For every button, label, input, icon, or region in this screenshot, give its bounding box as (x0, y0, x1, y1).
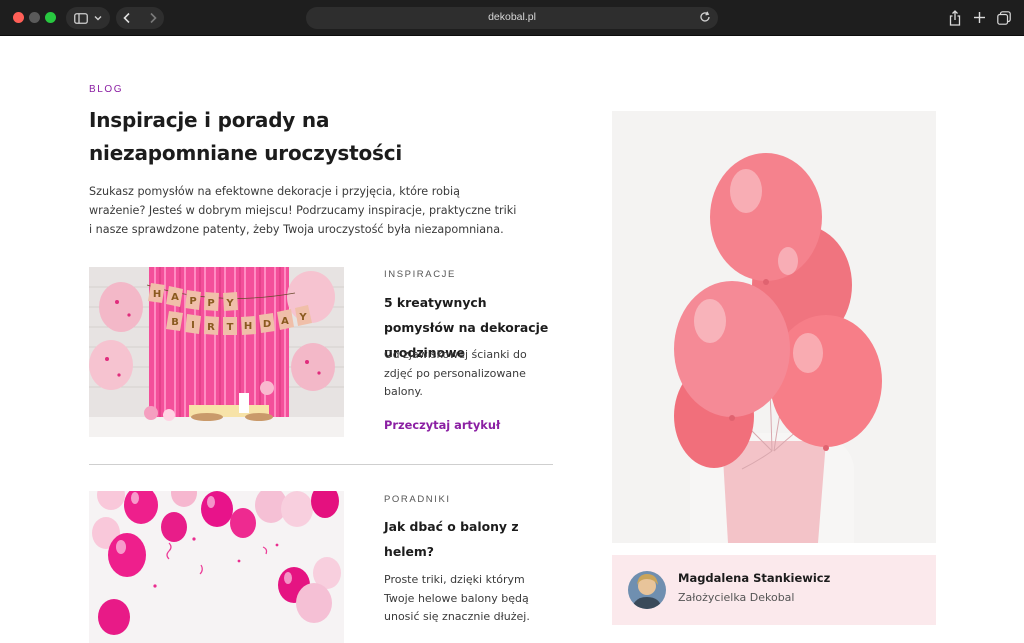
article-image-birthday[interactable]: H A P P Y B I R T H D A Y (89, 267, 344, 437)
reload-icon[interactable] (698, 10, 712, 24)
banner-letter: Y (298, 312, 307, 323)
new-tab-icon[interactable] (973, 11, 986, 24)
author-role: Założycielka Dekobal (678, 591, 795, 604)
history-navigation (116, 7, 164, 29)
url-text: dekobal.pl (488, 11, 536, 23)
zoom-window-button[interactable] (45, 12, 56, 23)
banner-letter: T (227, 322, 234, 333)
minimize-window-button[interactable] (29, 12, 40, 23)
close-window-button[interactable] (13, 12, 24, 23)
banner-letter: R (207, 322, 215, 333)
back-icon[interactable] (122, 12, 132, 24)
article-excerpt: Proste triki, dzięki którym Twoje helowe… (384, 573, 530, 624)
share-icon[interactable] (948, 10, 962, 26)
sidebar-toggle-button[interactable] (66, 7, 110, 29)
author-card: Magdalena Stankiewicz Założycielka Dekob… (612, 555, 936, 625)
banner-letter: A (171, 292, 179, 303)
tabs-overview-icon[interactable] (997, 11, 1011, 25)
banner-letter: H (244, 321, 252, 332)
chevron-down-icon (94, 15, 102, 21)
page-title: Inspiracje i porady na niezapomniane uro… (89, 108, 403, 165)
intro-text: Szukasz pomysłów na efektowne dekoracje … (89, 185, 517, 236)
banner-letter: Y (225, 298, 234, 309)
banner-letter: B (171, 317, 179, 328)
read-article-link[interactable]: Przeczytaj artykuł (384, 418, 500, 432)
browser-toolbar: dekobal.pl (0, 0, 1024, 36)
article-divider (89, 464, 553, 465)
article-title[interactable]: Jak dbać o balony z helem? (384, 514, 534, 564)
article-image-helium-balloons[interactable] (89, 491, 344, 643)
banner-letter: D (263, 319, 271, 330)
banner-letter: P (207, 298, 214, 309)
article-excerpt: Od zjawiskowej ścianki do zdjęć po perso… (384, 348, 527, 399)
sidebar-icon (74, 12, 88, 24)
author-name: Magdalena Stankiewicz (678, 571, 831, 585)
section-eyebrow: BLOG (89, 84, 124, 95)
article-category[interactable]: INSPIRACJE (384, 269, 456, 280)
banner-letter: P (189, 296, 196, 307)
featured-balloons-photo (612, 111, 936, 543)
banner-letter: H (153, 289, 161, 300)
avatar (628, 571, 666, 609)
forward-icon[interactable] (148, 12, 158, 24)
banner-letter: I (191, 320, 195, 331)
banner-letter: A (281, 316, 289, 327)
address-bar[interactable]: dekobal.pl (306, 7, 718, 29)
article-category[interactable]: PORADNIKI (384, 494, 451, 505)
